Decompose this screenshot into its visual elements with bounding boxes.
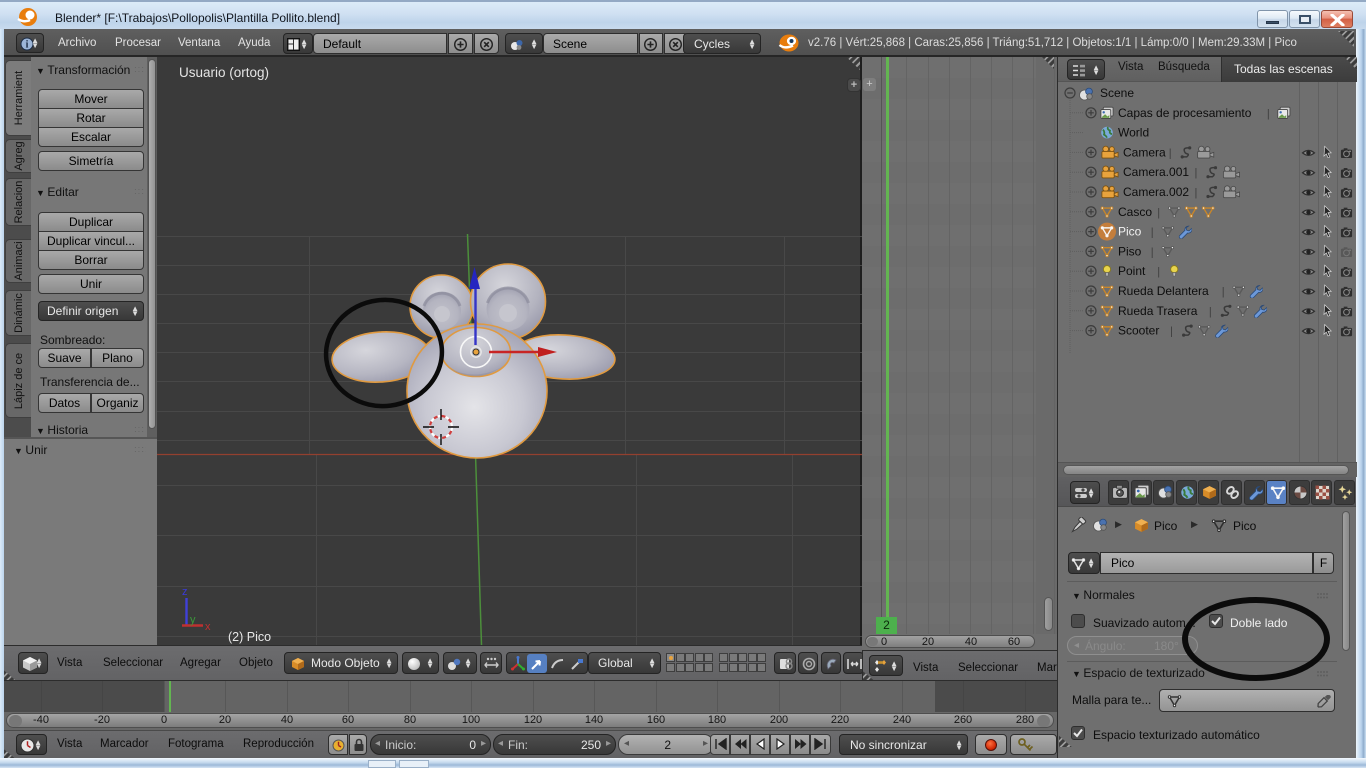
svg-text:|: | [1151,227,1154,239]
svg-text:y: y [190,614,196,626]
svg-text:Camera.001: Camera.001 [1123,165,1189,179]
svg-text:World: World [1118,126,1149,140]
svg-text:i: i [26,40,29,51]
svg-text:|: | [1195,167,1198,179]
svg-text:|: | [1209,306,1212,318]
svg-text:|: | [1151,246,1154,258]
svg-text:|: | [1222,286,1225,298]
svg-text:Casco: Casco [1118,205,1152,219]
svg-text:x: x [205,621,211,633]
svg-text:Camera: Camera [1123,145,1166,159]
svg-text:|: | [1267,108,1270,120]
svg-text:Camera.002: Camera.002 [1123,185,1189,199]
svg-text:Piso: Piso [1118,244,1142,258]
svg-text:Scene: Scene [1100,86,1134,100]
svg-text:Rueda Delantera: Rueda Delantera [1118,284,1209,298]
svg-text:Scooter: Scooter [1118,324,1159,338]
svg-text:(2) Pico: (2) Pico [228,630,271,644]
svg-text:z: z [182,586,188,598]
svg-text:|: | [1170,326,1173,338]
svg-text:Pico: Pico [1118,225,1142,239]
svg-text:|: | [1195,187,1198,199]
svg-text:|: | [1157,266,1160,278]
svg-text:Point: Point [1118,264,1146,278]
svg-text:Rueda Trasera: Rueda Trasera [1118,304,1198,318]
svg-text:|: | [1169,147,1172,159]
svg-text:Usuario (ortog): Usuario (ortog) [179,65,269,80]
svg-text:|: | [1157,207,1160,219]
svg-text:Capas de procesamiento: Capas de procesamiento [1118,106,1252,120]
